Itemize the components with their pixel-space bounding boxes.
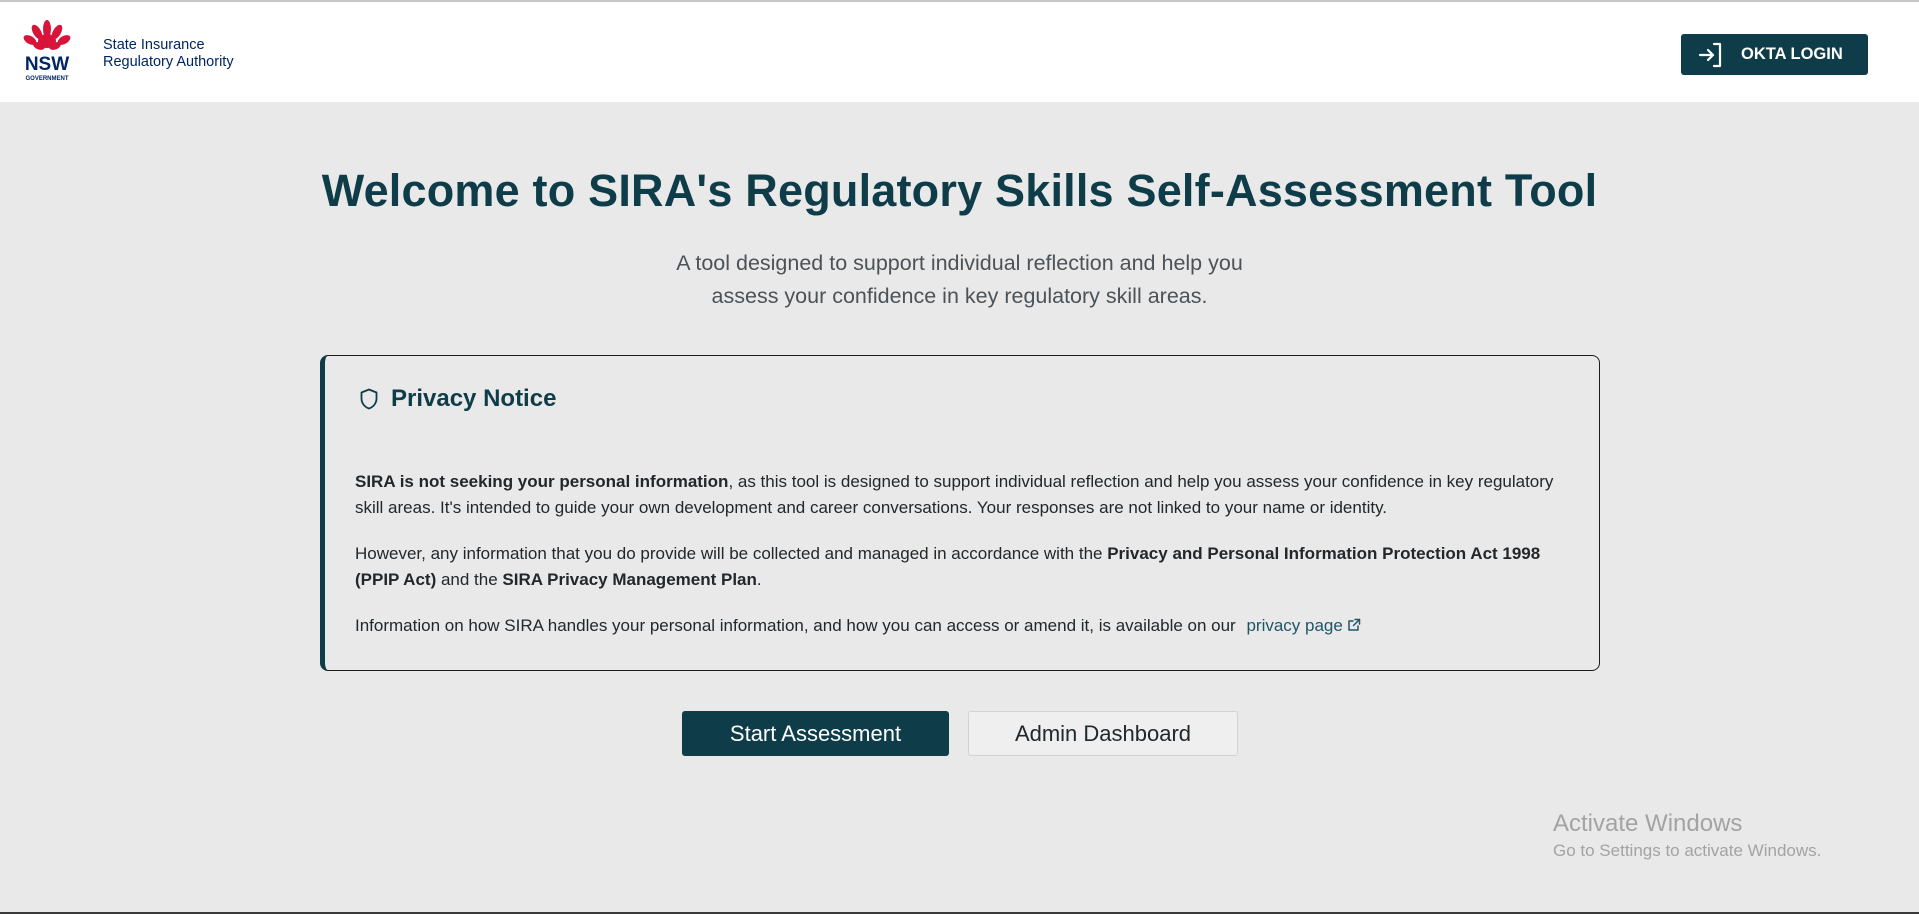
privacy-notice-card: Privacy Notice SIRA is not seeking your …	[320, 355, 1600, 671]
privacy-plan-reference: SIRA Privacy Management Plan	[502, 570, 757, 589]
org-name-line-1: State Insurance	[103, 37, 205, 53]
site-header: NSW GOVERNMENT State Insurance Regulator…	[0, 2, 1919, 102]
privacy-notice-heading: Privacy Notice	[391, 385, 557, 412]
svg-text:NSW: NSW	[25, 54, 69, 75]
privacy-p3-text: Information on how SIRA handles your per…	[355, 616, 1241, 635]
start-assessment-button[interactable]: Start Assessment	[682, 711, 949, 756]
okta-login-button[interactable]: OKTA LOGIN	[1681, 34, 1868, 75]
privacy-p2-end: .	[756, 570, 762, 589]
privacy-paragraph-3: Information on how SIRA handles your per…	[355, 613, 1580, 639]
privacy-page-link[interactable]: privacy page	[1246, 614, 1361, 635]
privacy-page-link-label: privacy page	[1246, 616, 1343, 635]
svg-text:GOVERNMENT: GOVERNMENT	[25, 76, 68, 82]
watermark-subtitle: Go to Settings to activate Windows.	[1553, 841, 1822, 860]
privacy-paragraph-1: SIRA is not seeking your personal inform…	[355, 469, 1580, 521]
subtitle-line-2: assess your confidence in key regulatory…	[711, 284, 1208, 308]
subtitle-line-1: A tool designed to support individual re…	[676, 251, 1243, 275]
privacy-p1-bold: SIRA is not seeking your personal inform…	[355, 472, 729, 491]
shield-icon	[357, 387, 381, 411]
okta-login-label: OKTA LOGIN	[1741, 45, 1843, 63]
privacy-notice-header: Privacy Notice	[357, 385, 556, 413]
sign-in-icon	[1697, 41, 1725, 69]
org-name-line-2: Regulatory Authority	[103, 54, 234, 70]
privacy-paragraph-2: However, any information that you do pro…	[355, 541, 1580, 593]
nsw-government-logo[interactable]: NSW GOVERNMENT	[19, 20, 75, 84]
page-title: Welcome to SIRA's Regulatory Skills Self…	[321, 165, 1598, 216]
external-link-icon	[1347, 614, 1361, 631]
page-subtitle: A tool designed to support individual re…	[0, 247, 1919, 313]
activate-windows-watermark: Activate Windows Go to Settings to activ…	[1553, 808, 1821, 862]
waratah-icon: NSW GOVERNMENT	[23, 20, 71, 82]
privacy-p2-start: However, any information that you do pro…	[355, 544, 1108, 563]
privacy-p2-mid: and the	[436, 570, 503, 589]
watermark-title: Activate Windows	[1553, 810, 1743, 837]
organisation-name: State Insurance Regulatory Authority	[103, 37, 234, 71]
admin-dashboard-button[interactable]: Admin Dashboard	[968, 711, 1238, 756]
